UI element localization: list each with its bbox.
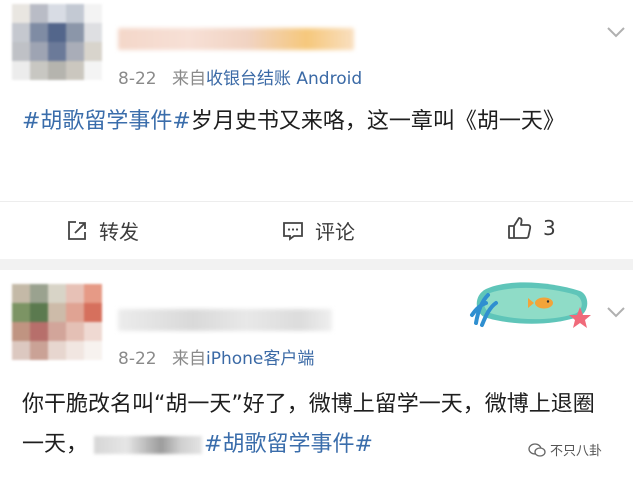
comment-icon <box>283 221 303 241</box>
source-prefix: 来自 <box>172 349 206 369</box>
redacted-text <box>94 436 203 454</box>
like-count: 3 <box>543 216 556 240</box>
watermark-text: 不只八卦 <box>550 444 603 459</box>
post-content: #胡歌留学事件#岁月史书又来咯，这一章叫《胡一天》 <box>22 102 615 142</box>
hashtag-link[interactable]: #胡歌留学事件# <box>204 432 373 457</box>
source-prefix: 来自 <box>172 69 206 89</box>
username-redacted[interactable] <box>118 309 332 331</box>
wechat-icon <box>528 442 546 457</box>
avatar[interactable] <box>12 284 102 360</box>
like-icon <box>508 217 532 239</box>
repost-icon <box>68 220 86 240</box>
action-bar: 转发 评论 3 <box>0 201 633 260</box>
chevron-down-icon[interactable] <box>607 306 625 318</box>
post-content: 你干脆改名叫“胡一天”好了，微博上留学一天，微博上退圈一天， #胡歌留学事件# <box>22 385 615 465</box>
repost-label: 转发 <box>99 220 139 244</box>
like-button[interactable]: 3 <box>507 216 556 240</box>
post-date: 8-22 <box>118 69 157 89</box>
comment-label: 评论 <box>315 220 355 244</box>
hashtag-link[interactable]: #胡歌留学事件# <box>22 109 191 134</box>
post-source[interactable]: iPhone客户端 <box>206 349 314 369</box>
post-date: 8-22 <box>118 349 157 369</box>
post-text: 岁月史书又来咯，这一章叫《胡一天》 <box>190 109 565 134</box>
post-source[interactable]: 收银台结账 Android <box>206 69 362 89</box>
comment-button[interactable]: 评论 <box>281 216 355 245</box>
post-meta: 8-22 来自iPhone客户端 <box>118 344 314 369</box>
avatar[interactable] <box>12 4 102 80</box>
weibo-post: 8-22 来自收银台结账 Android #胡歌留学事件#岁月史书又来咯，这一章… <box>0 0 633 259</box>
repost-button[interactable]: 转发 <box>65 216 139 245</box>
post-meta: 8-22 来自收银台结账 Android <box>118 64 362 89</box>
post-separator <box>0 259 633 270</box>
fan-decoration-badge <box>470 282 591 328</box>
chevron-down-icon[interactable] <box>607 26 625 38</box>
username-redacted[interactable] <box>118 28 354 50</box>
watermark: 不只八卦 <box>528 440 602 459</box>
